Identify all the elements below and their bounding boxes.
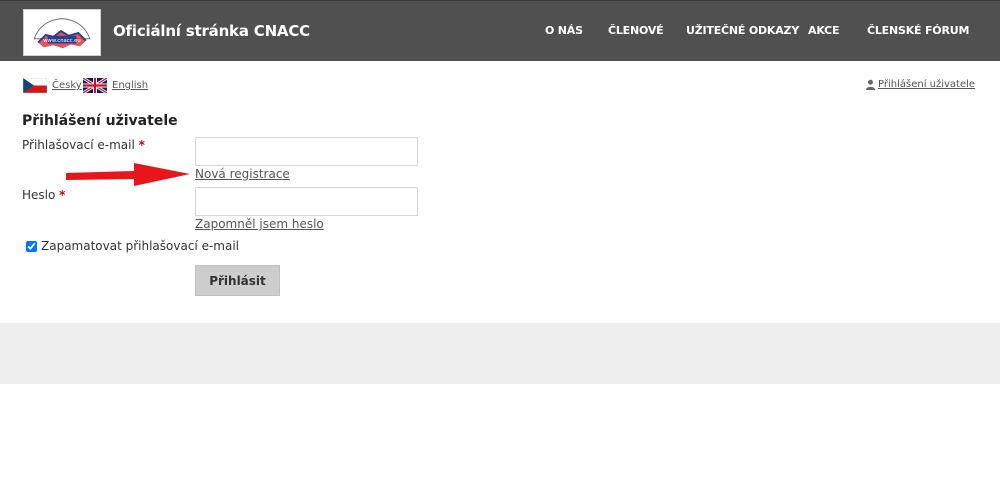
site-title[interactable]: Oficiální stránka CNACC [113,22,310,40]
language-czech-link[interactable]: Česky [23,78,82,93]
nav-item-akce[interactable]: AKCE [808,24,840,37]
nav-item-o-nas[interactable]: O NÁS [545,24,583,37]
page-title: Přihlášení uživatele [22,113,178,129]
user-login-link[interactable]: Přihlášení uživatele [865,79,975,90]
language-english-link[interactable]: English [83,78,148,93]
language-czech-label: Česky [52,80,82,91]
email-field[interactable] [195,137,418,166]
nav-item-clenske-forum[interactable]: ČLENSKÉ FÓRUM [867,24,969,37]
remember-email-label: Zapamatovat přihlašovací e-mail [41,239,240,253]
cnacc-logo[interactable]: www.cnacc.eu [23,9,101,56]
red-arrow-annotation [66,163,190,186]
email-required-mark: * [138,138,145,152]
password-field[interactable] [195,187,418,216]
top-header: www.cnacc.eu Oficiální stránka CNACC O N… [0,0,1000,61]
logo-emblem-icon: www.cnacc.eu [33,18,91,49]
password-required-mark: * [59,188,66,202]
user-login-label: Přihlášení uživatele [878,79,976,90]
uk-flag-icon [83,78,107,93]
logo-url-text: www.cnacc.eu [43,38,81,44]
new-registration-link[interactable]: Nová registrace [195,167,290,181]
login-button[interactable]: Přihlásit [195,265,280,296]
email-label: Přihlašovací e-mail * [22,138,145,152]
remember-email-checkbox[interactable] [26,240,37,252]
footer-band [0,323,1000,384]
nav-item-uzitecne-odkazy[interactable]: UŽITEČNÉ ODKAZY [686,24,799,37]
language-english-label: English [112,80,149,91]
password-label: Heslo * [22,188,65,202]
user-icon [865,79,876,90]
forgot-password-link[interactable]: Zapomněl jsem heslo [195,217,324,231]
password-label-text: Heslo [22,188,56,202]
remember-email-option[interactable]: Zapamatovat přihlašovací e-mail [26,239,239,253]
czech-flag-icon [23,78,47,93]
nav-item-clenove[interactable]: ČLENOVÉ [608,24,664,37]
email-label-text: Přihlašovací e-mail [22,138,135,152]
